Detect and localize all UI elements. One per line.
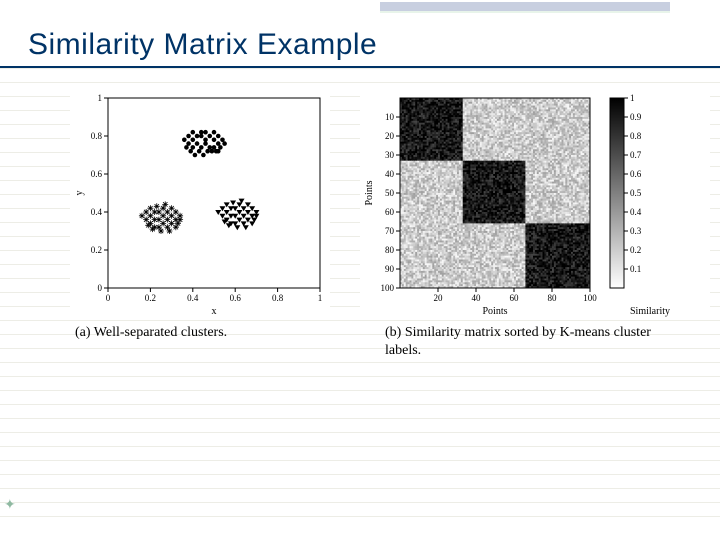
heatmap-plot: 20406080100102030405060708090100PointsPo… (360, 88, 710, 318)
figure-a-text: Well-separated clusters. (94, 325, 227, 340)
figure-a-caption: (a) Well-separated clusters. (67, 324, 333, 342)
figure-b-label: (b) (385, 325, 401, 340)
svg-text:x: x (212, 306, 217, 317)
svg-text:0: 0 (98, 283, 103, 293)
svg-text:0.2: 0.2 (145, 293, 156, 303)
figure-b: 20406080100102030405060708090100PointsPo… (350, 88, 720, 359)
svg-text:0.6: 0.6 (230, 293, 242, 303)
svg-text:0.8: 0.8 (272, 293, 284, 303)
scatter-plot: 0 0.2 0.4 0.6 0.8 1 0 0.2 0.4 0.6 0.8 1 x y (70, 88, 330, 318)
slide-body: 0 0.2 0.4 0.6 0.8 1 0 0.2 0.4 0.6 0.8 1 x y (a) Well-… (0, 68, 720, 518)
svg-text:0.4: 0.4 (187, 293, 199, 303)
slide-top-decoration (0, 0, 720, 16)
svg-text:1: 1 (318, 293, 323, 303)
svg-text:0.2: 0.2 (91, 245, 102, 255)
figure-b-text: Similarity matrix sorted by K-means clus… (385, 325, 651, 358)
slide-title: Similarity Matrix Example (0, 16, 720, 64)
svg-text:0.6: 0.6 (91, 169, 103, 179)
figure-a-label: (a) (75, 325, 91, 340)
svg-text:0.8: 0.8 (91, 131, 103, 141)
svg-text:1: 1 (98, 93, 103, 103)
svg-text:0.4: 0.4 (91, 207, 103, 217)
slide-corner-decoration: ✦ (4, 497, 16, 514)
figure-b-caption: (b) Similarity matrix sorted by K-means … (377, 324, 693, 359)
svg-text:0: 0 (106, 293, 111, 303)
figure-a: 0 0.2 0.4 0.6 0.8 1 0 0.2 0.4 0.6 0.8 1 x y (a) Well-… (50, 88, 350, 342)
svg-text:y: y (74, 191, 85, 196)
